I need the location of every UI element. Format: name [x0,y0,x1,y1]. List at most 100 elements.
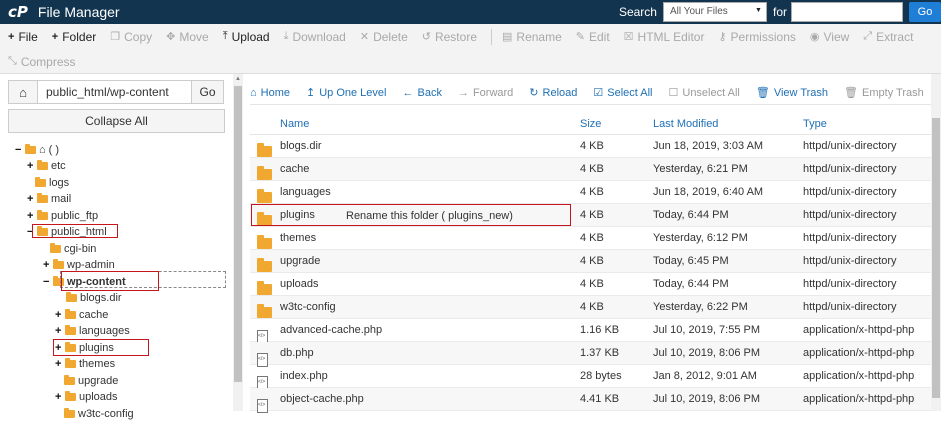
table-row[interactable]: plugins 4 KB Today, 6:44 PM httpd/unix-dire… [250,204,941,227]
back-action[interactable]: ← Back [402,87,441,99]
expand-icon[interactable]: + [55,391,63,403]
up-arrow-icon: ↥ [306,87,316,99]
upload-button[interactable]: ⤒ Upload [223,30,270,44]
table-row[interactable]: blogs.dir 4 KB Jun 18, 2019, 3:03 AM httpd/… [250,135,941,158]
html-editor-button[interactable]: ☒ HTML Editor [624,30,705,44]
table-row[interactable]: cache 4 KB Yesterday, 6:21 PM httpd/unix-di… [250,158,941,181]
path-input[interactable] [38,80,192,104]
tree-root[interactable]: − ⌂ ( ) [15,142,59,158]
scroll-up-icon[interactable]: ▲ [235,76,241,82]
table-row[interactable]: w3tc-config 4 KB Yesterday, 6:22 PM httpd/u… [250,296,941,319]
tree-scrollbar-thumb[interactable] [234,86,242,382]
home-icon[interactable]: ⌂ [8,80,38,104]
collapse-icon[interactable]: − [15,144,23,156]
tree-item-blogs-dir[interactable]: blogs.dir [66,290,122,306]
extract-button[interactable]: ⤢ Extract [863,30,913,44]
search-input[interactable] [791,2,903,22]
tree-item-w3tc-config[interactable]: w3tc-config [64,406,134,422]
move-button[interactable]: ✥ Move [166,30,209,44]
view-trash-action[interactable]: 🗑 View Trash [756,86,828,100]
cell-size: 28 bytes [580,370,622,382]
new-file-button[interactable]: + File [8,30,38,44]
cell-name[interactable]: cache [280,163,309,175]
expand-icon[interactable]: + [55,309,63,321]
edit-button[interactable]: ✎ Edit [576,30,610,44]
table-row[interactable]: db.php 1.37 KB Jul 10, 2019, 8:06 PM applic… [250,342,941,367]
tree-item-public-ftp[interactable]: + public_ftp [27,208,98,224]
tree-item-languages[interactable]: + languages [55,323,130,339]
view-button[interactable]: ◉ View [810,30,849,44]
column-size[interactable]: Size [580,118,601,130]
expand-icon[interactable]: + [55,358,63,370]
tree-item-mail[interactable]: + mail [27,191,71,207]
expand-icon[interactable]: + [55,325,63,337]
tree-scrollbar[interactable]: ▲ [233,74,243,411]
home-action[interactable]: ⌂ Home [250,87,290,99]
expand-icon[interactable]: + [27,193,35,205]
folder-icon [37,193,48,203]
cell-modified: Today, 6:44 PM [653,278,729,290]
column-last-modified[interactable]: Last Modified [653,118,718,130]
toolbar: + File + Folder ❐ Copy ✥ Move ⤒ Upload ⤓ Download ✕ D… [0,24,941,74]
cell-name[interactable]: languages [280,186,331,198]
tree-item-logs[interactable]: logs [35,175,69,191]
tree-item-cache[interactable]: + cache [55,307,108,323]
delete-button[interactable]: ✕ Delete [360,30,408,44]
tree-item-uploads[interactable]: + uploads [55,389,118,405]
expand-icon[interactable]: + [27,160,35,172]
table-row[interactable]: themes 4 KB Yesterday, 6:12 PM httpd/unix-d… [250,227,941,250]
select-all-action[interactable]: ☑ Select All [593,86,652,100]
unselect-all-action[interactable]: ☐ Unselect All [669,86,740,100]
cell-name[interactable]: blogs.dir [280,140,322,152]
cell-name[interactable]: object-cache.php [280,393,364,405]
cell-name[interactable]: upgrade [280,255,320,267]
table-row[interactable]: languages 4 KB Jun 18, 2019, 6:40 AM httpd/… [250,181,941,204]
home-icon: ⌂ [250,86,257,99]
restore-button[interactable]: ↺ Restore [422,30,477,44]
expand-icon[interactable]: + [27,210,35,222]
table-row[interactable]: advanced-cache.php 1.16 KB Jul 10, 2019, 7… [250,319,941,344]
tree-item-upgrade[interactable]: upgrade [64,373,118,389]
table-row[interactable]: upgrade 4 KB Today, 6:45 PM httpd/unix-dire… [250,250,941,273]
tree-item-themes[interactable]: + themes [55,356,115,372]
collapse-all-button[interactable]: Collapse All [8,109,225,133]
folder-open-icon [25,144,36,154]
tree-item-cgi-bin[interactable]: cgi-bin [50,241,96,257]
rename-annotation-box: Rename this folder ( plugins_new) [251,204,571,226]
file-list-scrollbar[interactable] [931,74,941,411]
search-scope-select[interactable]: All Your Files ▼ [662,2,767,22]
cell-name[interactable]: themes [280,232,316,244]
cell-name[interactable]: uploads [280,278,319,290]
column-name[interactable]: Name [280,118,309,130]
cell-name[interactable]: db.php [280,347,314,359]
compress-button[interactable]: ⤡ Compress [8,55,76,69]
file-list-scrollbar-thumb[interactable] [932,118,940,398]
up-one-level-action[interactable]: ↥ Up One Level [306,86,386,100]
navigation-bar: ⌂ Home ↥ Up One Level ← Back → Forward ↻ Reload ☑ S… [250,81,941,105]
expand-icon[interactable]: + [43,259,51,271]
rename-icon: ▤ [502,31,513,43]
cell-name[interactable]: advanced-cache.php [280,324,382,336]
table-row[interactable]: object-cache.php 4.41 KB Jul 10, 2019, 8:0… [250,388,941,413]
path-go-button[interactable]: Go [192,80,224,104]
forward-action[interactable]: → Forward [458,87,513,99]
rename-button[interactable]: ▤ Rename [502,30,562,44]
table-row[interactable]: index.php 28 bytes Jan 8, 2012, 9:01 AM app… [250,365,941,390]
empty-trash-action[interactable]: 🗑 Empty Trash [844,86,924,100]
download-button[interactable]: ⤓ Download [284,30,346,44]
cell-name[interactable]: w3tc-config [280,301,336,313]
permissions-button[interactable]: ⚷ Permissions [718,30,795,44]
cell-name[interactable]: index.php [280,370,328,382]
column-type[interactable]: Type [803,118,827,130]
collapse-icon[interactable]: − [43,276,51,288]
brand[interactable]: cP File Manager [8,3,120,21]
copy-button[interactable]: ❐ Copy [110,30,152,44]
reload-action[interactable]: ↻ Reload [529,86,577,100]
search-go-button[interactable]: Go [909,2,941,22]
table-row[interactable]: uploads 4 KB Today, 6:44 PM httpd/unix-dire… [250,273,941,296]
cell-type: httpd/unix-directory [803,278,897,290]
new-folder-button[interactable]: + Folder [52,30,96,44]
tree-item-etc[interactable]: + etc [27,158,66,174]
folder-icon [65,358,76,368]
folder-icon [37,160,48,170]
